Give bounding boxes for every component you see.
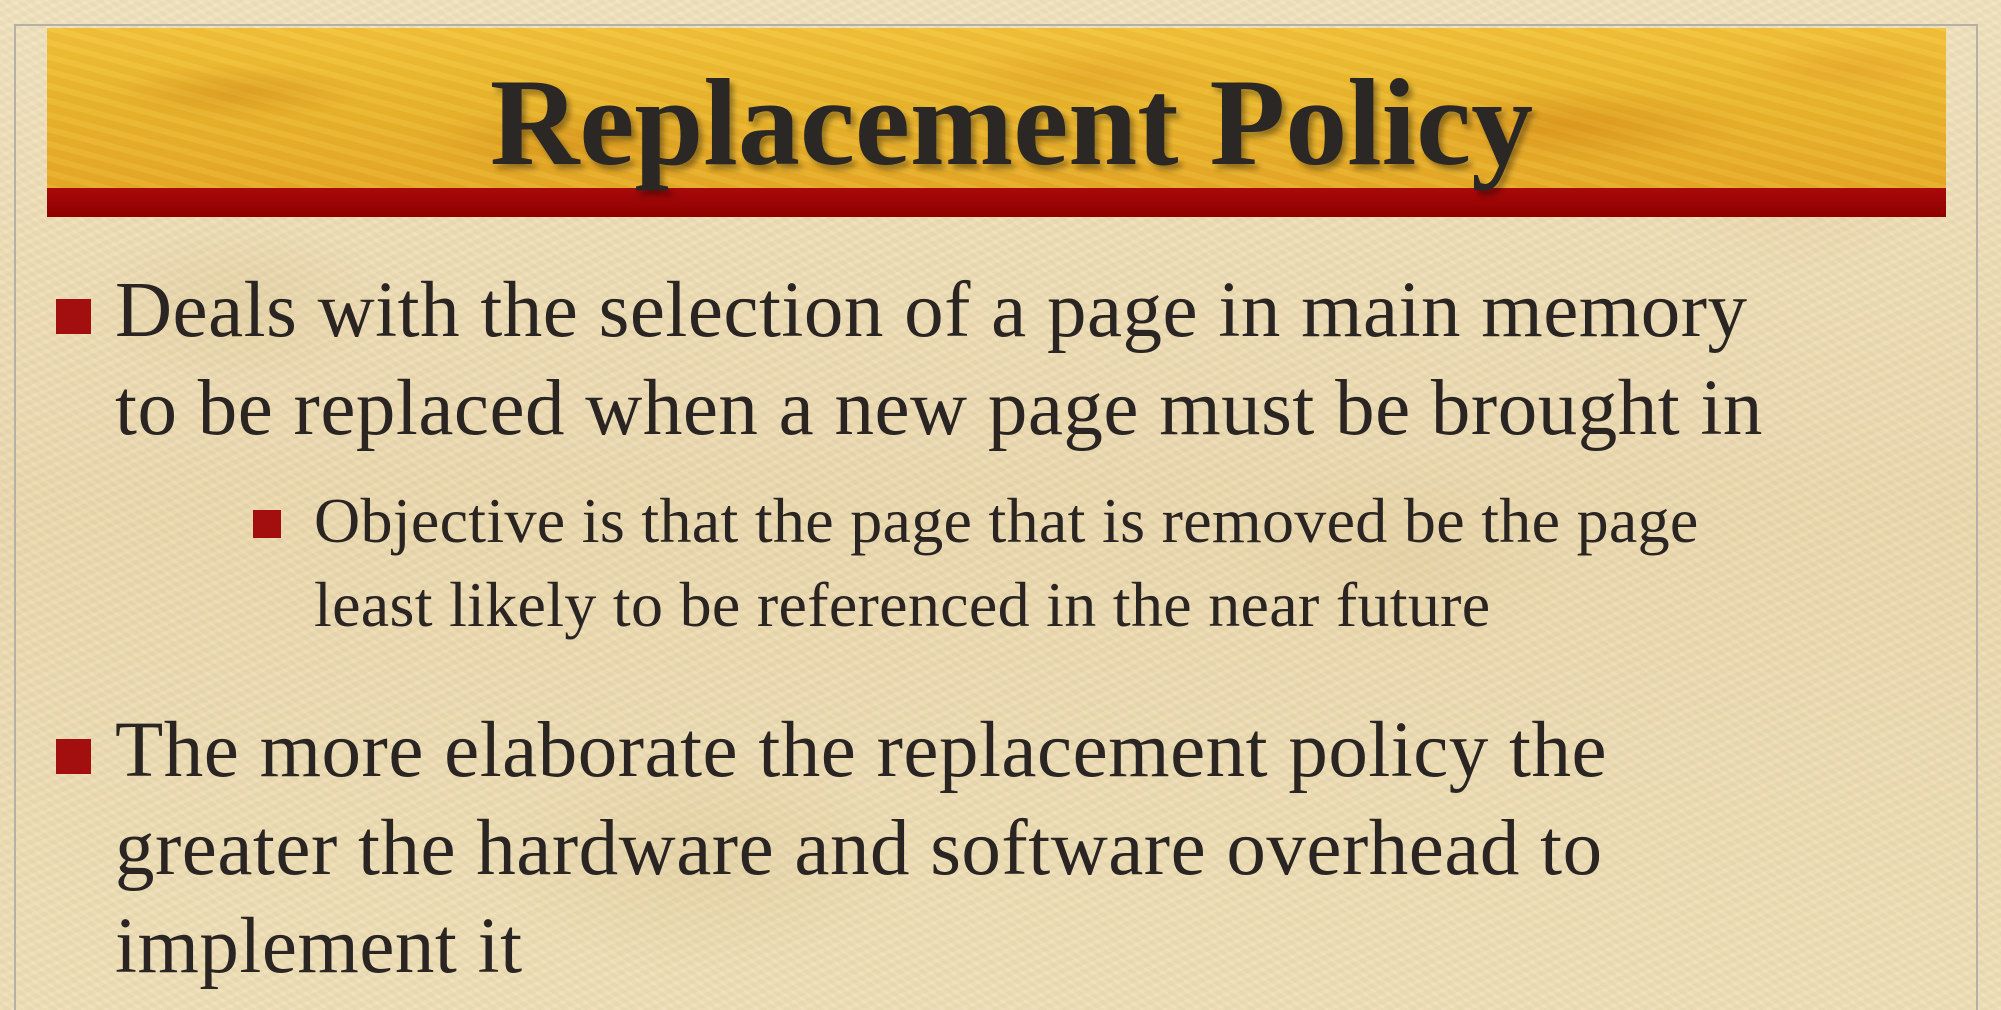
slide-title: Replacement Policy xyxy=(489,54,1534,191)
bullet-2-line-1: The more elaborate the replacement polic… xyxy=(115,707,1608,794)
bullet-square-icon xyxy=(56,299,91,334)
sub-bullet-square-icon xyxy=(253,510,281,538)
slide: Replacement Policy Deals with the select… xyxy=(0,0,2001,1010)
bullet-2-line-3: implement it xyxy=(115,903,523,990)
sub-bullet-line-2: least likely to be referenced in the nea… xyxy=(314,569,1491,640)
sub-bullet-line-1: Objective is that the page that is remov… xyxy=(314,485,1699,556)
bullet-1-line-2: to be replaced when a new page must be b… xyxy=(115,365,1763,452)
bullet-2-line-2: greater the hardware and software overhe… xyxy=(115,805,1603,892)
bullet-square-icon xyxy=(56,739,91,774)
bullet-1-line-1: Deals with the selection of a page in ma… xyxy=(115,267,1748,354)
